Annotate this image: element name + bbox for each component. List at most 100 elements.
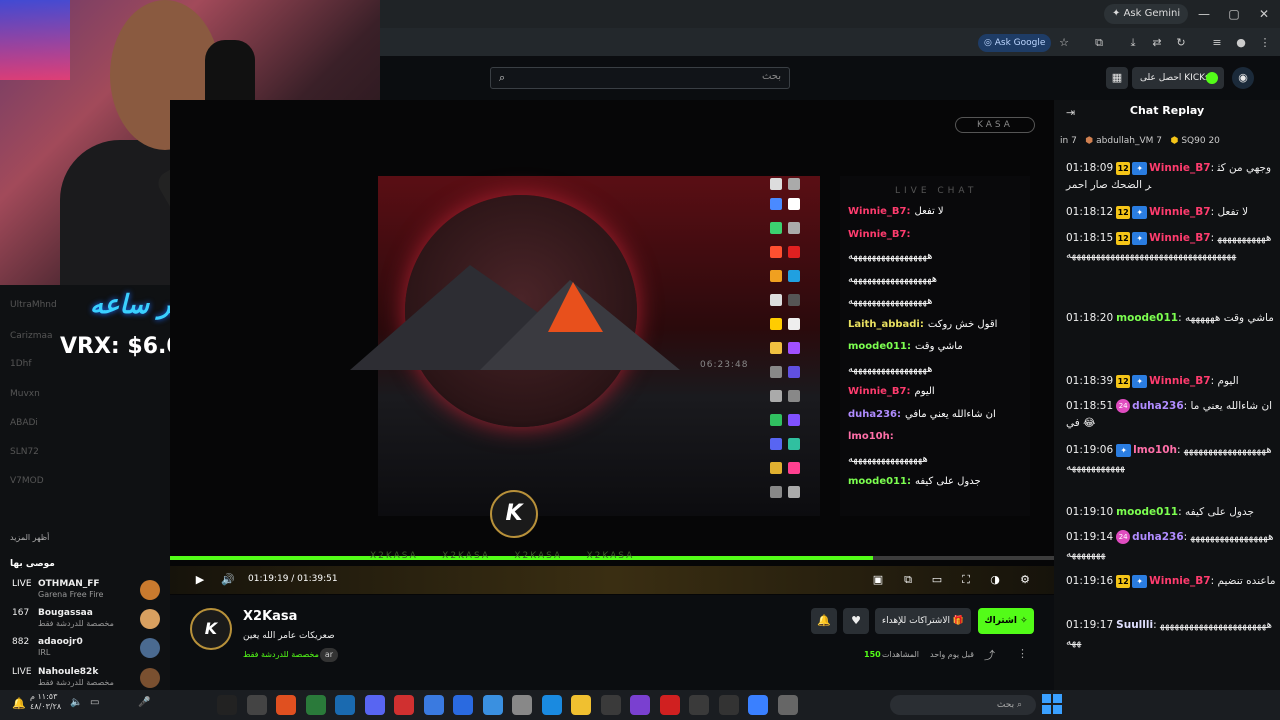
recommended-item[interactable]: 167 Bougassaa مخصصة للدردشة فقط: [8, 607, 163, 631]
translate-icon[interactable]: ⇄: [1150, 36, 1164, 50]
chat-username[interactable]: Suullli: [1116, 619, 1153, 631]
chrome-icon[interactable]: [394, 695, 414, 715]
windows-start-icon[interactable]: [1042, 694, 1062, 714]
sidebar-item[interactable]: SLN72: [10, 447, 39, 457]
opera-icon[interactable]: [659, 695, 680, 715]
user-avatar[interactable]: ◉: [1232, 67, 1254, 89]
recommended-item[interactable]: LIVE OTHMAN_FF Garena Free Fire: [8, 578, 163, 602]
play-icon[interactable]: ▶: [192, 572, 208, 588]
pinned-gifters: in 7 ⬢ abdullah_VM 7 ⬢ SQ90 20: [1060, 136, 1220, 146]
channel-name[interactable]: X2Kasa: [243, 609, 297, 624]
xbox-icon[interactable]: [305, 695, 326, 715]
settings-icon[interactable]: [512, 695, 532, 715]
extensions-icon[interactable]: ⧉: [1092, 36, 1106, 50]
channel-category: IRL: [38, 648, 51, 657]
menu-icon[interactable]: ⋮: [1258, 36, 1272, 50]
share-icon[interactable]: ⤴: [984, 647, 995, 663]
pip-icon[interactable]: ⧉: [900, 572, 916, 588]
dashboard-icon[interactable]: ▦: [1106, 67, 1128, 89]
profile-icon[interactable]: ●: [1234, 36, 1248, 50]
chat-username[interactable]: duha236: [1132, 531, 1183, 543]
chatgpt-icon[interactable]: [246, 695, 267, 715]
volume-tray-icon[interactable]: 🔈: [70, 697, 82, 708]
theater-mode-icon[interactable]: ▣: [870, 572, 886, 588]
edge-icon[interactable]: [541, 695, 562, 715]
app-icon[interactable]: [718, 695, 739, 715]
gift-subs-button[interactable]: الاشتراكات للإهداء 🎁: [875, 608, 971, 634]
notification-bell-icon[interactable]: 🔔: [811, 608, 837, 634]
photos-icon[interactable]: [453, 695, 473, 715]
volume-icon[interactable]: 🔊: [220, 572, 236, 588]
sidebar-item[interactable]: Carizmaa: [10, 331, 53, 341]
lava-shape: [548, 282, 603, 332]
settings-gear-icon[interactable]: ⚙: [1017, 572, 1033, 588]
gifter: in 7: [1060, 136, 1077, 146]
capcut-icon[interactable]: [689, 695, 709, 715]
sidebar-item[interactable]: 1Dhf: [10, 359, 32, 369]
chat-username[interactable]: moode011: [1116, 312, 1178, 324]
folder-icon[interactable]: [571, 695, 591, 715]
channel-avatar[interactable]: K: [190, 608, 232, 650]
channel-avatar: [140, 668, 160, 688]
search-input[interactable]: ⌕ بحث: [490, 67, 790, 89]
stream-category[interactable]: مخصصة للدردشة فقط: [243, 650, 319, 659]
chat-username[interactable]: Winnie_B7: [1149, 206, 1210, 218]
copilot-icon[interactable]: [630, 695, 650, 715]
playlist-icon[interactable]: ≡: [1210, 36, 1224, 50]
search-icon: ⌕: [499, 71, 506, 84]
chat-username[interactable]: duha236: [1132, 400, 1183, 412]
taskbar-search[interactable]: بحث ⌕: [890, 695, 1036, 715]
discord-icon[interactable]: [364, 695, 385, 715]
network-icon[interactable]: ▭: [90, 697, 99, 708]
get-kicks-button[interactable]: احصل على KICKs: [1132, 67, 1224, 89]
steam-icon[interactable]: [335, 695, 355, 715]
message-timestamp: 01:19:06: [1066, 444, 1114, 456]
show-more-link[interactable]: أظهر المزيد: [10, 533, 49, 542]
message-timestamp: 01:18:39: [1066, 375, 1114, 387]
history-icon[interactable]: ↻: [1174, 36, 1188, 50]
maximize-button[interactable]: ▢: [1220, 5, 1248, 23]
chat-text: هههههههههههههههههه: [848, 296, 933, 307]
download-icon[interactable]: ⤓: [1126, 36, 1140, 50]
app-icon[interactable]: [423, 695, 444, 715]
chat-username[interactable]: Winnie_B7: [1149, 575, 1210, 587]
notification-icon[interactable]: 🔔: [12, 697, 26, 710]
chat-username[interactable]: lmo10h: [1133, 444, 1177, 456]
chat-text: لا تفعل: [914, 206, 944, 217]
chat-username[interactable]: Winnie_B7: [1149, 232, 1210, 244]
chat-message: 01:19:16 12 ✦ Winnie_B7: ماعنده تنضيم: [1066, 574, 1276, 588]
speed-icon[interactable]: ◑: [987, 572, 1003, 588]
sidebar-item[interactable]: UltraMhnd: [10, 300, 57, 310]
minimize-button[interactable]: —: [1190, 5, 1218, 23]
sidebar-item[interactable]: V7MOD: [10, 476, 44, 486]
language-tag[interactable]: ar: [320, 648, 338, 662]
mail-icon[interactable]: [482, 695, 503, 715]
terminal-icon[interactable]: [600, 695, 621, 715]
kick-app-icon[interactable]: [217, 695, 237, 715]
sidebar-item[interactable]: ABADi: [10, 418, 38, 428]
chat-username: Winnie_B7:: [848, 386, 911, 397]
recommended-item[interactable]: LIVE Nahoule82k مخصصة للدردشة فقط: [8, 666, 163, 690]
follow-heart-icon[interactable]: ♥: [843, 608, 869, 634]
ask-gemini-button[interactable]: ✦ Ask Gemini: [1104, 4, 1189, 24]
ask-google-button[interactable]: ◎ Ask Google: [978, 34, 1052, 52]
sidebar-item[interactable]: Muvxn: [10, 389, 40, 399]
more-options-icon[interactable]: ⋮: [1017, 647, 1028, 660]
address-bar[interactable]: [380, 28, 1280, 56]
brave-icon[interactable]: [276, 695, 296, 715]
recommended-item[interactable]: 882 adaoojr0 IRL: [8, 636, 163, 660]
bookmark-star-icon[interactable]: ☆: [1057, 36, 1071, 50]
app-icon[interactable]: [748, 695, 768, 715]
miniplayer-icon[interactable]: ▭: [929, 572, 945, 588]
files-icon[interactable]: [777, 695, 798, 715]
chat-username[interactable]: moode011: [1116, 506, 1178, 518]
channel-name: adaoojr0: [38, 637, 83, 647]
stream-chat-line: Laith_abbadi: اقول خش روكت: [848, 319, 997, 330]
close-button[interactable]: ✕: [1250, 5, 1278, 23]
mic-tray-icon[interactable]: 🎤: [138, 697, 150, 708]
subscribe-button[interactable]: اشتراك ✧: [978, 608, 1034, 634]
fullscreen-icon[interactable]: ⛶: [958, 572, 974, 588]
chat-username[interactable]: Winnie_B7: [1149, 162, 1210, 174]
viewer-count: 882: [12, 637, 30, 647]
chat-username[interactable]: Winnie_B7: [1149, 375, 1210, 387]
